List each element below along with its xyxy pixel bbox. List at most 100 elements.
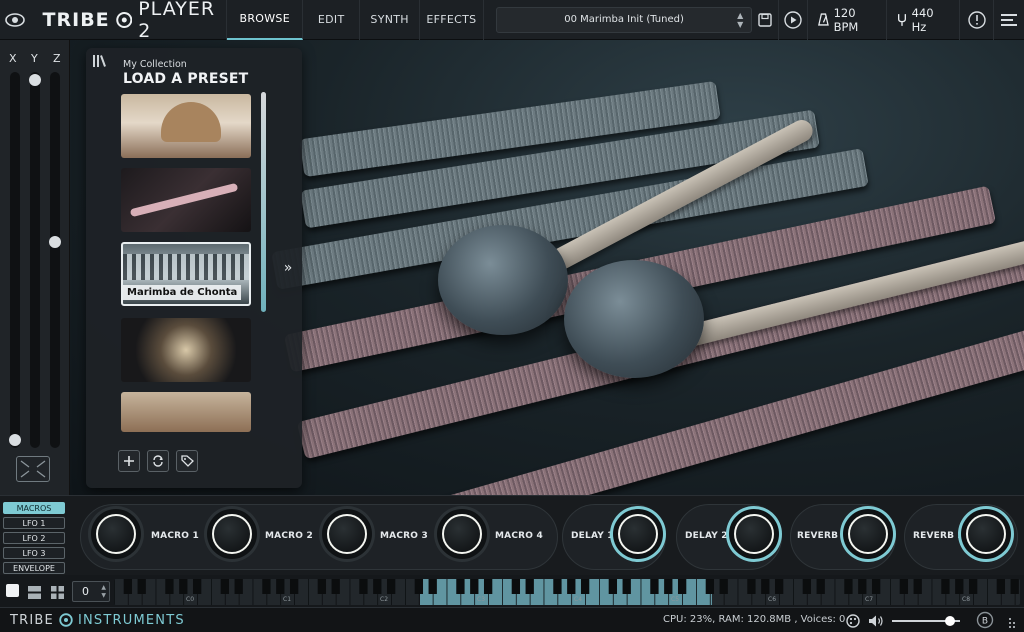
black-key[interactable]	[955, 579, 964, 594]
preset-selector[interactable]: 00 Marimba Init (Tuned) ▲ ▼	[495, 6, 753, 33]
tuning-control[interactable]: 440 Hz	[885, 0, 956, 40]
black-key[interactable]	[470, 579, 479, 594]
macro-1-knob[interactable]	[91, 509, 141, 559]
black-key[interactable]	[844, 579, 853, 594]
tag-icon[interactable]	[176, 450, 198, 472]
bypass-icon[interactable]: B	[976, 611, 994, 632]
reverb-1-knob[interactable]	[843, 509, 893, 559]
stepper-arrows-icon[interactable]: ▲ ▼	[101, 584, 106, 600]
tab-lfo3[interactable]: LFO 3	[3, 547, 65, 559]
info-icon[interactable]	[959, 0, 993, 40]
preset-thumbnail[interactable]	[121, 318, 251, 382]
delay-2-knob[interactable]	[729, 509, 779, 559]
black-key[interactable]	[719, 579, 728, 594]
black-key[interactable]	[511, 579, 521, 594]
black-key[interactable]	[650, 579, 659, 594]
black-key[interactable]	[774, 579, 784, 594]
black-key[interactable]	[816, 579, 825, 594]
shuffle-icon[interactable]	[147, 450, 169, 472]
black-key[interactable]	[386, 579, 396, 594]
black-key[interactable]	[553, 579, 562, 594]
x-slider-knob[interactable]	[9, 434, 21, 446]
view-single-icon[interactable]	[6, 584, 19, 597]
browser-scrollbar[interactable]	[261, 92, 266, 312]
black-key[interactable]	[968, 579, 978, 594]
preset-thumbnail[interactable]	[121, 392, 251, 432]
black-key[interactable]	[871, 579, 881, 594]
preset-thumbnail[interactable]	[121, 94, 251, 158]
play-icon[interactable]	[777, 0, 807, 40]
xy-pad-icon[interactable]	[16, 456, 50, 482]
add-preset-button[interactable]	[118, 450, 140, 472]
preset-thumbnail[interactable]	[121, 168, 251, 232]
black-key[interactable]	[123, 579, 133, 594]
footer-logo[interactable]: TRIBE INSTRUMENTS	[0, 613, 185, 628]
library-icon[interactable]	[92, 54, 106, 72]
black-key[interactable]	[705, 579, 715, 594]
black-key[interactable]	[373, 579, 382, 594]
macro-4-knob[interactable]	[437, 509, 487, 559]
black-key[interactable]	[192, 579, 202, 594]
view-split-icon[interactable]	[28, 584, 41, 599]
black-key[interactable]	[276, 579, 285, 594]
black-key[interactable]	[996, 579, 1006, 594]
black-key[interactable]	[456, 579, 465, 594]
collapse-chevron-icon[interactable]: »	[274, 248, 302, 288]
black-key[interactable]	[913, 579, 922, 594]
tab-edit[interactable]: EDIT	[303, 0, 361, 40]
tab-lfo2[interactable]: LFO 2	[3, 532, 65, 544]
black-key[interactable]	[761, 579, 770, 594]
black-key[interactable]	[317, 579, 327, 594]
preset-thumbnail-selected[interactable]: Marimba de Chonta	[121, 242, 251, 306]
eye-icon[interactable]	[0, 0, 31, 40]
black-key[interactable]	[289, 579, 299, 594]
menu-icon[interactable]	[993, 0, 1024, 40]
piano-keys[interactable]	[114, 579, 1020, 605]
black-key[interactable]	[747, 579, 756, 594]
black-key[interactable]	[137, 579, 146, 594]
tab-lfo1[interactable]: LFO 1	[3, 517, 65, 529]
z-slider-knob[interactable]	[49, 236, 61, 248]
black-key[interactable]	[165, 579, 174, 594]
reverb-2-knob[interactable]	[961, 509, 1011, 559]
tempo-control[interactable]: 120 BPM	[806, 0, 886, 40]
black-key[interactable]	[567, 579, 576, 594]
tab-synth[interactable]: SYNTH	[360, 0, 420, 40]
black-key[interactable]	[664, 579, 673, 594]
black-key[interactable]	[483, 579, 493, 594]
delay-1-knob[interactable]	[613, 509, 663, 559]
black-key[interactable]	[262, 579, 271, 594]
resize-icon[interactable]	[1008, 614, 1018, 632]
black-key[interactable]	[608, 579, 618, 594]
black-key[interactable]	[677, 579, 687, 594]
volume-slider-knob[interactable]	[944, 616, 955, 626]
view-grid-icon[interactable]	[51, 584, 64, 599]
scrollbar-thumb[interactable]	[261, 92, 266, 312]
piano-keyboard[interactable]: C0 C1 C2 C3 C4 C5 C6 C7 C8	[114, 579, 1020, 605]
black-key[interactable]	[1010, 579, 1019, 594]
black-key[interactable]	[525, 579, 534, 594]
macro-2-knob[interactable]	[207, 509, 257, 559]
black-key[interactable]	[580, 579, 590, 594]
black-key[interactable]	[858, 579, 867, 594]
y-slider-knob[interactable]	[29, 74, 41, 86]
tab-browse[interactable]: BROWSE	[227, 0, 303, 40]
black-key[interactable]	[234, 579, 243, 594]
black-key[interactable]	[802, 579, 812, 594]
black-key[interactable]	[622, 579, 631, 594]
save-icon[interactable]	[752, 0, 777, 40]
y-slider[interactable]	[29, 72, 41, 448]
black-key[interactable]	[359, 579, 368, 594]
tab-effects[interactable]: EFFECTS	[420, 0, 484, 40]
black-key[interactable]	[331, 579, 340, 594]
tab-macros[interactable]: MACROS	[3, 502, 65, 514]
volume-icon[interactable]	[868, 613, 884, 632]
black-key[interactable]	[941, 579, 950, 594]
black-key[interactable]	[414, 579, 424, 594]
black-key[interactable]	[428, 579, 437, 594]
black-key[interactable]	[179, 579, 188, 594]
x-slider[interactable]	[9, 72, 21, 448]
tab-envelope[interactable]: ENVELOPE	[3, 562, 65, 574]
octave-stepper[interactable]: 0 ▲ ▼	[72, 581, 110, 602]
z-slider[interactable]	[49, 72, 61, 448]
